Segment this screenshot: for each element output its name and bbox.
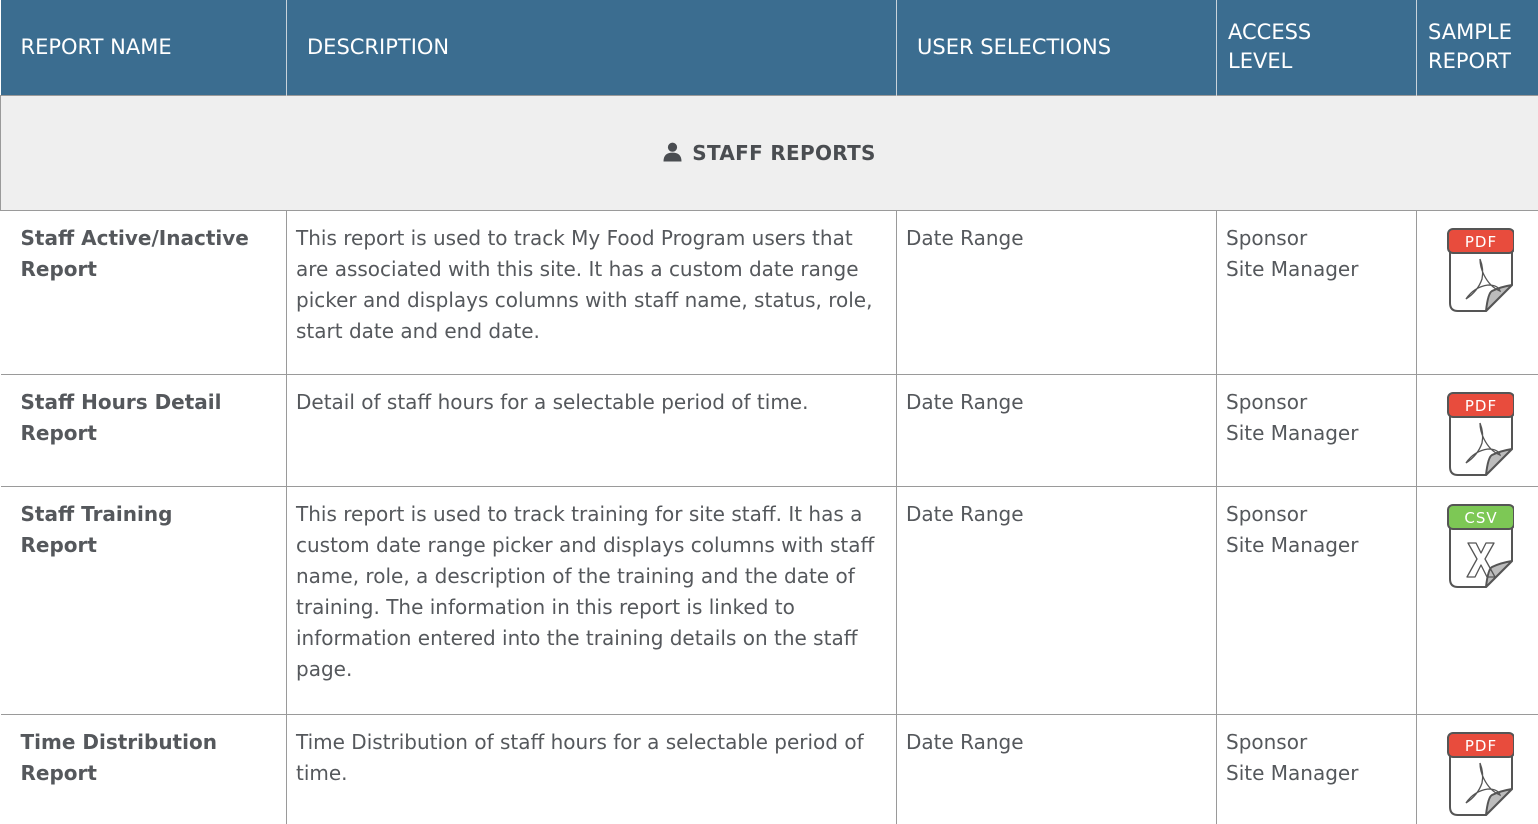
sample-report-cell: PDF xyxy=(1417,210,1538,374)
report-user-selections: Date Range xyxy=(897,486,1217,714)
header-access-level-line2: LEVEL xyxy=(1228,49,1292,73)
section-row: STAFF REPORTS xyxy=(1,95,1538,210)
access-line2: Site Manager xyxy=(1226,761,1358,785)
header-access-level-line1: ACCESS xyxy=(1228,20,1311,44)
sample-report-cell: CSV xyxy=(1417,486,1538,714)
report-name-line2: Report xyxy=(21,257,97,281)
report-name: Staff Training Report xyxy=(1,486,287,714)
pdf-file-icon[interactable]: PDF xyxy=(1444,729,1514,819)
report-name-line1: Staff Active/Inactive xyxy=(21,226,249,250)
report-description: Time Distribution of staff hours for a s… xyxy=(287,714,897,824)
access-line1: Sponsor xyxy=(1226,502,1307,526)
file-type-label: PDF xyxy=(1465,233,1497,251)
access-line1: Sponsor xyxy=(1226,390,1307,414)
report-description: This report is used to track training fo… xyxy=(287,486,897,714)
sample-report-cell: PDF xyxy=(1417,374,1538,486)
report-access-level: Sponsor Site Manager xyxy=(1217,486,1417,714)
section-title: STAFF REPORTS xyxy=(692,141,875,165)
report-name-line2: Report xyxy=(21,761,97,785)
report-name-line2: Report xyxy=(21,533,97,557)
report-description: Detail of staff hours for a selectable p… xyxy=(287,374,897,486)
table-row: Staff Active/Inactive Report This report… xyxy=(1,210,1538,374)
report-user-selections: Date Range xyxy=(897,210,1217,374)
report-user-selections: Date Range xyxy=(897,374,1217,486)
section-heading: STAFF REPORTS xyxy=(1,95,1538,210)
header-report-name: REPORT NAME xyxy=(1,0,287,95)
report-access-level: Sponsor Site Manager xyxy=(1217,714,1417,824)
report-name-line1: Staff Hours Detail xyxy=(21,390,222,414)
access-line1: Sponsor xyxy=(1226,730,1307,754)
reports-table: REPORT NAME DESCRIPTION USER SELECTIONS … xyxy=(0,0,1538,824)
pdf-file-icon[interactable]: PDF xyxy=(1444,389,1514,479)
sample-report-cell: PDF xyxy=(1417,714,1538,824)
access-line1: Sponsor xyxy=(1226,226,1307,250)
header-access-level: ACCESS LEVEL xyxy=(1217,0,1417,95)
report-description: This report is used to track My Food Pro… xyxy=(287,210,897,374)
header-row: REPORT NAME DESCRIPTION USER SELECTIONS … xyxy=(1,0,1538,95)
table-row: Time Distribution Report Time Distributi… xyxy=(1,714,1538,824)
report-name: Staff Hours Detail Report xyxy=(1,374,287,486)
header-sample-report: SAMPLE REPORT xyxy=(1417,0,1538,95)
report-name-line1: Time Distribution xyxy=(21,730,217,754)
header-sample-line2: REPORT xyxy=(1428,49,1511,73)
report-user-selections: Date Range xyxy=(897,714,1217,824)
table-row: Staff Hours Detail Report Detail of staf… xyxy=(1,374,1538,486)
csv-file-icon[interactable]: CSV xyxy=(1444,501,1514,591)
table-row: Staff Training Report This report is use… xyxy=(1,486,1538,714)
header-user-selections: USER SELECTIONS xyxy=(897,0,1217,95)
header-description: DESCRIPTION xyxy=(287,0,897,95)
header-sample-line1: SAMPLE xyxy=(1428,20,1512,44)
report-name: Staff Active/Inactive Report xyxy=(1,210,287,374)
file-type-label: CSV xyxy=(1464,509,1497,527)
person-icon xyxy=(663,142,682,162)
report-access-level: Sponsor Site Manager xyxy=(1217,374,1417,486)
report-name-line1: Staff Training xyxy=(21,502,173,526)
pdf-file-icon[interactable]: PDF xyxy=(1444,225,1514,315)
report-name: Time Distribution Report xyxy=(1,714,287,824)
report-name-line2: Report xyxy=(21,421,97,445)
access-line2: Site Manager xyxy=(1226,421,1358,445)
file-type-label: PDF xyxy=(1465,737,1497,755)
report-access-level: Sponsor Site Manager xyxy=(1217,210,1417,374)
access-line2: Site Manager xyxy=(1226,533,1358,557)
file-type-label: PDF xyxy=(1465,397,1497,415)
access-line2: Site Manager xyxy=(1226,257,1358,281)
